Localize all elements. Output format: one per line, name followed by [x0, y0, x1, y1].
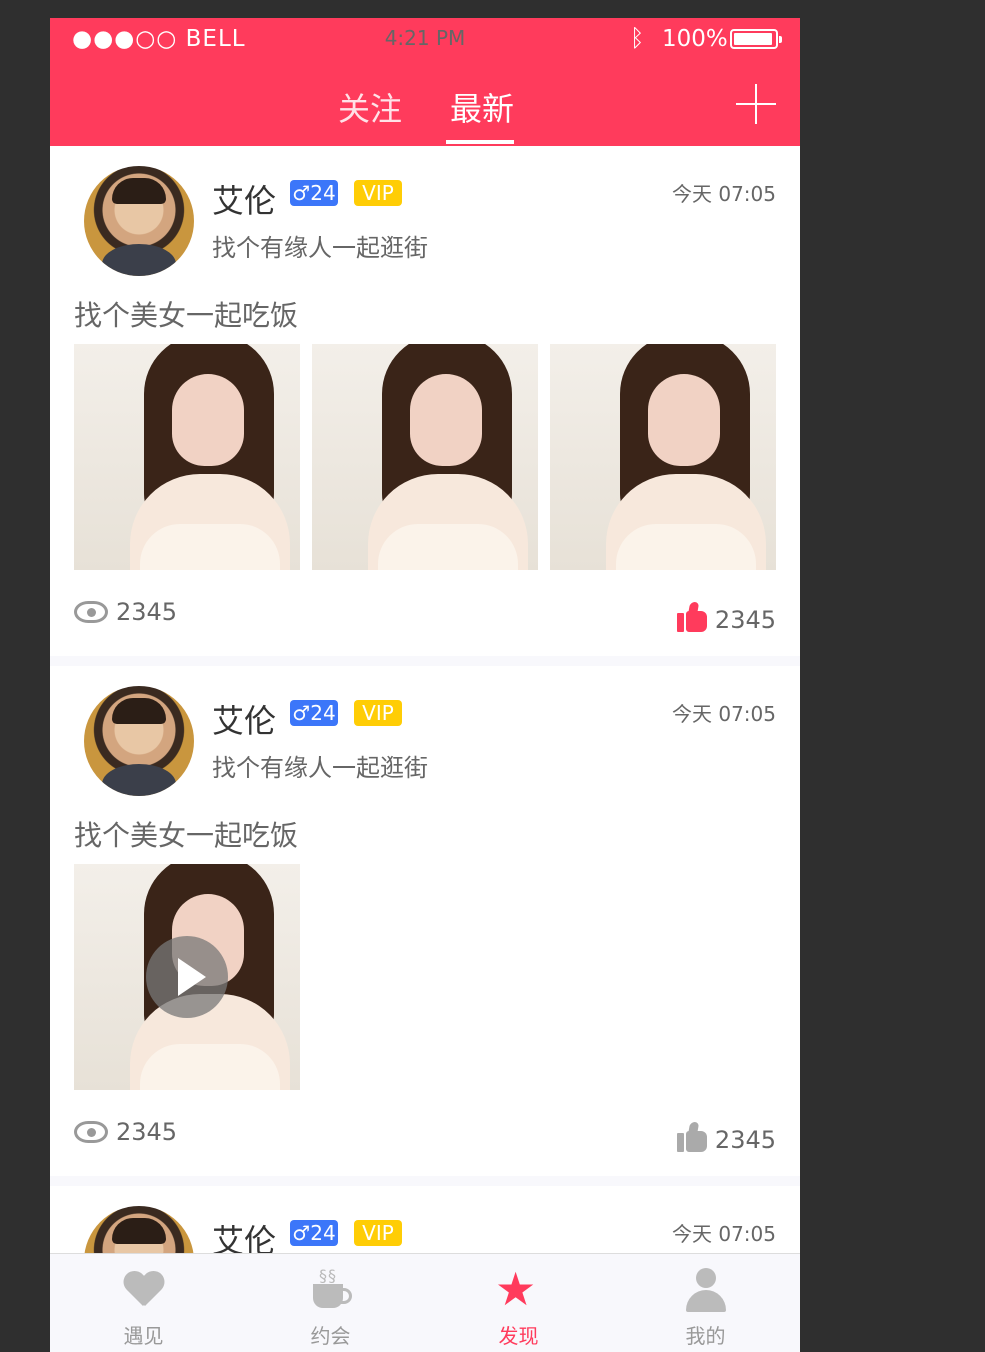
- thumbs-up-icon: [676, 602, 707, 632]
- tab-meet[interactable]: 遇见: [50, 1254, 237, 1352]
- tab-mine[interactable]: 我的: [612, 1254, 799, 1352]
- tab-date[interactable]: §§ 约会: [237, 1254, 424, 1352]
- post-photo[interactable]: [312, 344, 538, 570]
- active-tab-indicator: [446, 140, 514, 144]
- avatar[interactable]: [84, 686, 194, 796]
- user-signature: 找个有缘人一起逛街: [212, 754, 428, 782]
- like-count-value: 2345: [714, 606, 776, 634]
- like-button[interactable]: 2345: [676, 1122, 776, 1154]
- tab-label: 我的: [685, 1324, 726, 1348]
- top-header: ●●●○○ BELL 4:21 PM ᛒ 100% 关注 最新: [50, 18, 800, 146]
- video-thumbnail[interactable]: [74, 864, 300, 1090]
- eye-icon: [74, 1121, 108, 1143]
- coffee-cup-icon: §§: [307, 1266, 355, 1314]
- battery-label: 100%: [662, 26, 728, 52]
- view-count: 2345: [74, 598, 177, 626]
- gender-age-badge: ♂24: [290, 700, 338, 726]
- add-post-button[interactable]: [736, 84, 776, 124]
- vip-badge: VIP: [354, 1220, 402, 1246]
- vip-badge: VIP: [354, 700, 402, 726]
- post-photo[interactable]: [74, 344, 300, 570]
- play-icon[interactable]: [146, 936, 228, 1018]
- post-text: 找个美女一起吃饭: [74, 299, 299, 332]
- view-count-value: 2345: [116, 1118, 178, 1146]
- like-button[interactable]: 2345: [676, 602, 776, 634]
- tab-follow[interactable]: 关注: [338, 84, 402, 130]
- bottom-tab-bar: 遇见 §§ 约会 ★ 发现 我的: [50, 1253, 800, 1352]
- post-time: 今天 07:05: [672, 1222, 776, 1246]
- user-name[interactable]: 艾伦: [212, 176, 276, 222]
- post-photo[interactable]: [550, 344, 776, 570]
- post-time: 今天 07:05: [672, 182, 776, 206]
- tab-label: 发现: [498, 1324, 539, 1348]
- person-icon: [682, 1266, 730, 1314]
- post-card[interactable]: 艾伦 ♂24 VIP 今天 07:05 找个有缘人一起逛街 找个美女一起吃饭 2…: [50, 146, 800, 656]
- battery-icon: [730, 29, 782, 49]
- phone-screen: ●●●○○ BELL 4:21 PM ᛒ 100% 关注 最新 艾伦 ♂24 V…: [50, 18, 800, 1352]
- heartbeat-icon: [120, 1266, 168, 1314]
- tab-latest[interactable]: 最新: [450, 84, 514, 130]
- gender-age-badge: ♂24: [290, 1220, 338, 1246]
- tab-discover[interactable]: ★ 发现: [425, 1254, 612, 1352]
- status-bar: ●●●○○ BELL 4:21 PM ᛒ 100%: [50, 18, 800, 60]
- user-signature: 找个有缘人一起逛街: [212, 234, 428, 262]
- tab-label: 约会: [310, 1324, 351, 1348]
- vip-badge: VIP: [354, 180, 402, 206]
- thumbs-up-icon: [676, 1122, 707, 1152]
- avatar[interactable]: [84, 166, 194, 276]
- like-count-value: 2345: [714, 1126, 776, 1154]
- post-time: 今天 07:05: [672, 702, 776, 726]
- post-text: 找个美女一起吃饭: [74, 819, 299, 852]
- view-count: 2345: [74, 1118, 177, 1146]
- post-card[interactable]: 艾伦 ♂24 VIP 今天 07:05 找个有缘人一起逛街 找个美女一起吃饭 2…: [50, 666, 800, 1176]
- view-count-value: 2345: [116, 598, 178, 626]
- bluetooth-icon: ᛒ: [630, 24, 645, 52]
- tab-label: 遇见: [123, 1324, 164, 1348]
- gender-age-badge: ♂24: [290, 180, 338, 206]
- eye-icon: [74, 601, 108, 623]
- star-icon: ★: [495, 1262, 537, 1316]
- user-name[interactable]: 艾伦: [212, 696, 276, 742]
